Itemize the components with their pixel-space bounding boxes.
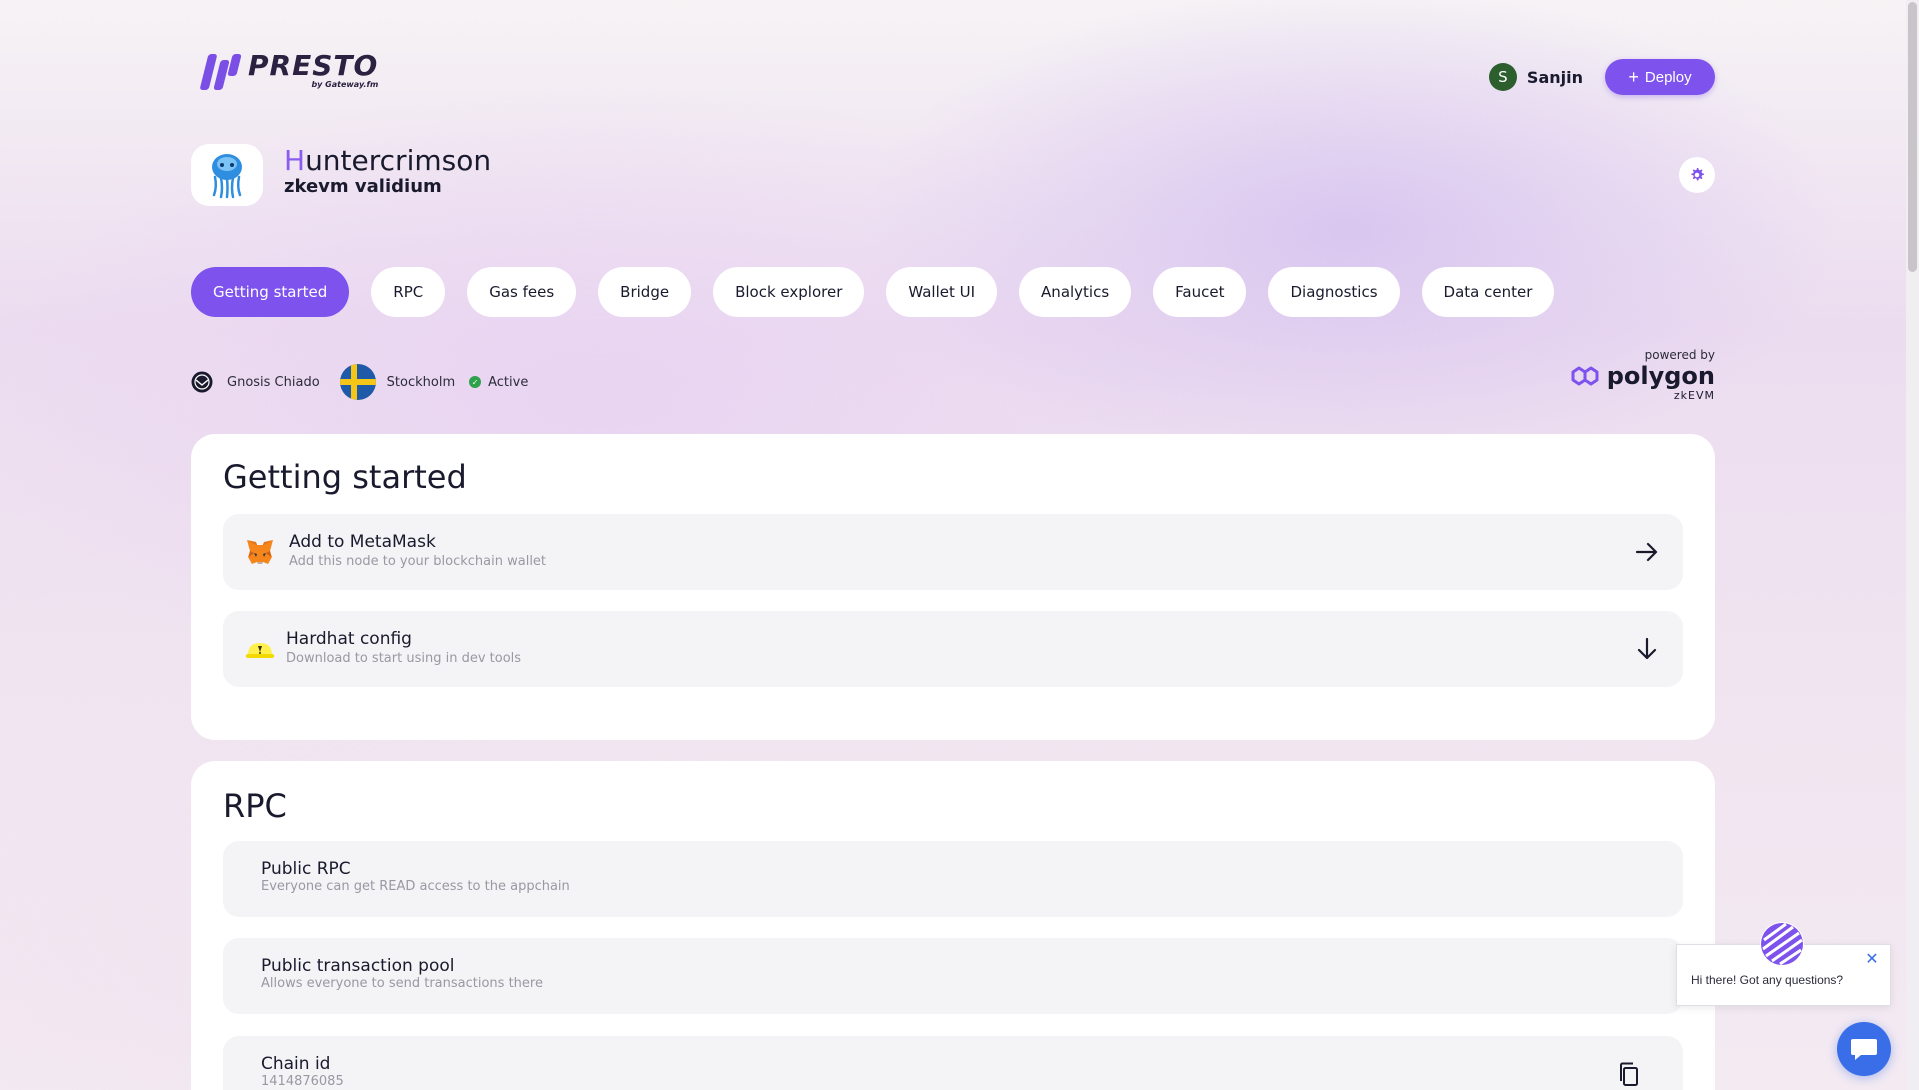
- polygon-icon: [1571, 366, 1599, 386]
- metamask-title: Add to MetaMask: [289, 532, 436, 552]
- scrollbar-thumb[interactable]: [1908, 2, 1917, 272]
- plus-icon: +: [1628, 67, 1639, 87]
- chat-message: Hi there! Got any questions?: [1691, 973, 1844, 987]
- deploy-label: Deploy: [1644, 68, 1692, 86]
- logo-text: PRESTO: [248, 49, 379, 82]
- hardhat-desc: Download to start using in dev tools: [286, 651, 522, 666]
- public-rpc-title: Public RPC: [261, 859, 351, 879]
- location-info: Stockholm: [320, 364, 455, 400]
- tab-block-explorer[interactable]: Block explorer: [713, 267, 865, 317]
- page-title-initial: H: [284, 144, 306, 177]
- public-rpc-row[interactable]: Public RPC Everyone can get READ access …: [223, 841, 1683, 917]
- public-tx-pool-row[interactable]: Public transaction pool Allows everyone …: [223, 938, 1683, 1014]
- polygon-name: polygon: [1606, 362, 1715, 390]
- tab-analytics[interactable]: Analytics: [1019, 267, 1132, 317]
- status-text: Active: [488, 374, 529, 390]
- presto-logo[interactable]: PRESTO by Gateway.fm: [199, 49, 379, 92]
- user-name: Sanjin: [1526, 67, 1583, 87]
- hardhat-title: Hardhat config: [286, 629, 412, 649]
- jellyfish-icon: [212, 154, 242, 199]
- tab-getting-started[interactable]: Getting started: [191, 267, 350, 317]
- tab-diagnostics[interactable]: Diagnostics: [1268, 267, 1400, 317]
- status-row: Gnosis Chiado Stockholm ✓ Active: [191, 364, 528, 400]
- arrow-down-icon[interactable]: [1633, 635, 1661, 663]
- project-type: zkevm validium: [284, 176, 442, 197]
- polygon-sub: zkEVM: [1673, 389, 1715, 402]
- page-title-rest: untercrimson: [305, 144, 492, 177]
- tab-gas-fees[interactable]: Gas fees: [467, 267, 577, 317]
- copy-icon[interactable]: [1615, 1060, 1643, 1088]
- gnosis-icon: [191, 371, 213, 393]
- add-to-metamask-row[interactable]: Add to MetaMask Add this node to your bl…: [223, 514, 1683, 590]
- chain-id-row: Chain id 1414876085: [223, 1036, 1683, 1090]
- chain-id-title: Chain id: [261, 1054, 331, 1074]
- hardhat-icon: [246, 643, 274, 658]
- section-tabs: Getting started RPC Gas fees Bridge Bloc…: [191, 267, 1576, 317]
- metamask-desc: Add this node to your blockchain wallet: [289, 554, 547, 569]
- deploy-button[interactable]: + Deploy: [1605, 59, 1715, 95]
- tab-bridge[interactable]: Bridge: [598, 267, 692, 317]
- chain-id-value: 1414876085: [261, 1074, 344, 1089]
- network-name: Gnosis Chiado: [227, 374, 320, 390]
- public-rpc-desc: Everyone can get READ access to the appc…: [261, 879, 570, 894]
- status-badge: ✓ Active: [455, 375, 528, 390]
- sweden-flag-icon: [339, 364, 376, 400]
- avatar: S: [1488, 63, 1517, 91]
- chat-launcher-button[interactable]: [1837, 1022, 1891, 1076]
- presto-logo-icon: [199, 52, 244, 92]
- hardhat-config-row[interactable]: Hardhat config Download to start using i…: [223, 611, 1683, 687]
- tab-rpc[interactable]: RPC: [371, 267, 446, 317]
- chat-agent-logo: [1760, 922, 1804, 966]
- rpc-card: RPC Public RPC Everyone can get READ acc…: [191, 761, 1715, 1090]
- settings-button[interactable]: [1679, 157, 1715, 193]
- metamask-icon: [247, 540, 273, 564]
- getting-started-card: Getting started Add to MetaMask Add this…: [191, 434, 1715, 740]
- arrow-right-icon[interactable]: [1633, 538, 1661, 566]
- location-name: Stockholm: [386, 374, 456, 390]
- page-title: Huntercrimson: [284, 145, 491, 177]
- tab-wallet-ui[interactable]: Wallet UI: [886, 267, 998, 317]
- project-avatar: [191, 144, 263, 206]
- tab-data-center[interactable]: Data center: [1421, 267, 1555, 317]
- public-tx-pool-title: Public transaction pool: [261, 956, 455, 976]
- gear-icon: [1691, 168, 1704, 181]
- chat-logo-icon: [1761, 922, 1803, 966]
- getting-started-title: Getting started: [223, 458, 467, 496]
- user-menu[interactable]: S Sanjin: [1488, 63, 1583, 91]
- page-scrollbar[interactable]: [1906, 0, 1919, 1090]
- powered-by-label: powered by: [1644, 348, 1715, 362]
- check-icon: ✓: [469, 376, 482, 388]
- network-info: Gnosis Chiado: [191, 371, 320, 393]
- chat-icon: [1851, 1039, 1877, 1060]
- public-tx-pool-desc: Allows everyone to send transactions the…: [261, 976, 543, 991]
- tab-faucet[interactable]: Faucet: [1153, 267, 1247, 317]
- close-icon[interactable]: ✕: [1864, 951, 1880, 967]
- rpc-title: RPC: [223, 787, 287, 825]
- powered-by-polygon: powered by polygon zkEVM: [1569, 348, 1715, 402]
